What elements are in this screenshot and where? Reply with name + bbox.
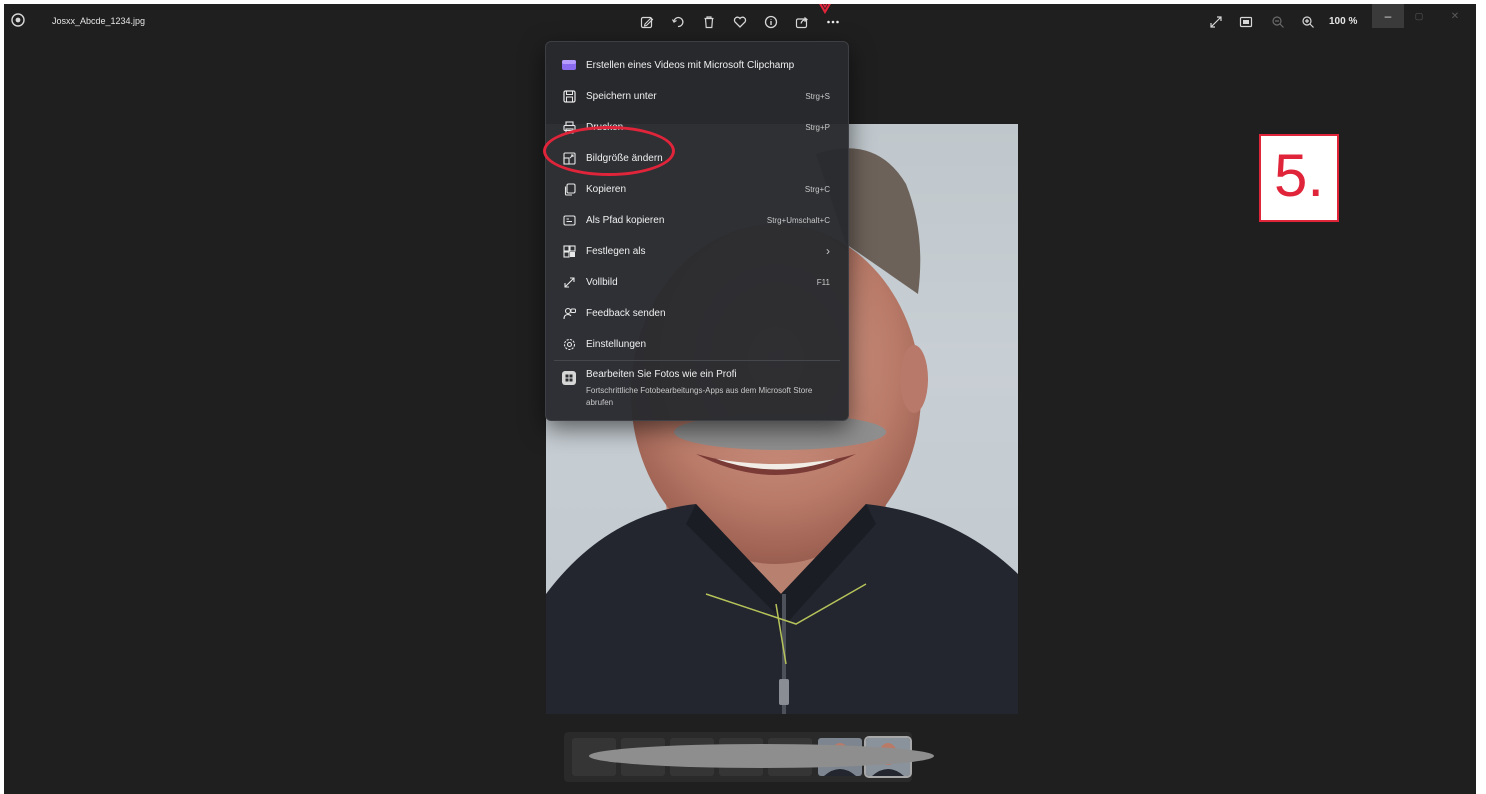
menu-item-save-as[interactable]: Speichern unter Strg+S <box>552 83 842 109</box>
zoom-out-icon[interactable] <box>1268 12 1288 32</box>
fullscreen-icon[interactable] <box>1206 12 1226 32</box>
zoom-in-icon[interactable] <box>1298 12 1318 32</box>
pointer-arrow-icon <box>819 4 831 15</box>
menu-item-shortcut: Strg+Umschalt+C <box>766 215 830 225</box>
menu-item-shortcut: Strg+S <box>805 91 830 101</box>
menu-item-settings[interactable]: Einstellungen <box>552 331 842 357</box>
menu-item-feedback[interactable]: Feedback senden <box>552 300 842 326</box>
set-as-icon <box>562 244 576 258</box>
settings-icon <box>562 337 576 351</box>
copy-icon <box>562 182 576 196</box>
info-icon[interactable] <box>760 12 782 32</box>
submenu-chevron-icon: › <box>826 244 830 258</box>
step-number-label: 5. <box>1259 134 1339 222</box>
menu-item-clipchamp[interactable]: Erstellen eines Videos mit Microsoft Cli… <box>552 52 842 78</box>
save-icon <box>562 89 576 103</box>
promo-title: Bearbeiten Sie Fotos wie ein Profi <box>586 369 737 380</box>
menu-item-label: Kopieren <box>586 183 627 195</box>
photos-app-icon <box>10 12 26 28</box>
zoom-level[interactable]: 100 % <box>1329 16 1357 27</box>
menu-item-label: Einstellungen <box>586 338 647 350</box>
menu-item-label: Speichern unter <box>586 90 657 102</box>
menu-item-copy-as-path[interactable]: Als Pfad kopieren Strg+Umschalt+C <box>552 207 842 233</box>
menu-item-fullscreen[interactable]: Vollbild F11 <box>552 269 842 295</box>
copy-path-icon <box>562 213 576 227</box>
delete-icon[interactable] <box>698 12 720 32</box>
menu-item-shortcut: Strg+P <box>805 122 830 132</box>
maximize-button[interactable]: ▢ <box>1410 7 1428 25</box>
menu-item-shortcut: F11 <box>816 277 830 287</box>
menu-item-label: Erstellen eines Videos mit Microsoft Cli… <box>586 59 795 71</box>
menu-divider <box>554 360 840 361</box>
menu-item-shortcut: Strg+C <box>804 184 830 194</box>
fit-to-window-icon[interactable] <box>1236 12 1256 32</box>
file-name: Josxx_Abcde_1234.jpg <box>52 16 146 26</box>
filmstrip-redaction-overlay <box>589 744 934 768</box>
menu-item-label: Als Pfad kopieren <box>586 214 665 226</box>
menu-item-label: Festlegen als <box>586 245 646 257</box>
feedback-icon <box>562 306 576 320</box>
fullscreen-icon <box>562 275 576 289</box>
promo-description: Fortschrittliche Fotobearbeitungs-Apps a… <box>586 386 813 407</box>
title-bar: Josxx_Abcde_1234.jpg 100 % – ▢ ✕ <box>4 4 1476 40</box>
more-options-menu: Erstellen eines Videos mit Microsoft Cli… <box>545 41 849 421</box>
rotate-icon[interactable] <box>667 12 689 32</box>
menu-item-label: Feedback senden <box>586 307 666 319</box>
menu-item-copy[interactable]: Kopieren Strg+C <box>552 176 842 202</box>
share-icon[interactable] <box>791 12 813 32</box>
photos-app-window: Josxx_Abcde_1234.jpg 100 % – ▢ ✕ Erstell… <box>4 4 1476 794</box>
highlight-circle <box>543 126 675 176</box>
menu-item-label: Vollbild <box>586 276 618 288</box>
menu-item-set-as[interactable]: Festlegen als › <box>552 238 842 264</box>
clipchamp-icon <box>562 58 576 72</box>
store-icon <box>562 371 576 385</box>
minimize-button[interactable]: – <box>1372 4 1404 28</box>
edit-icon[interactable] <box>636 12 658 32</box>
close-button[interactable]: ✕ <box>1446 7 1464 25</box>
favorite-icon[interactable] <box>729 12 751 32</box>
